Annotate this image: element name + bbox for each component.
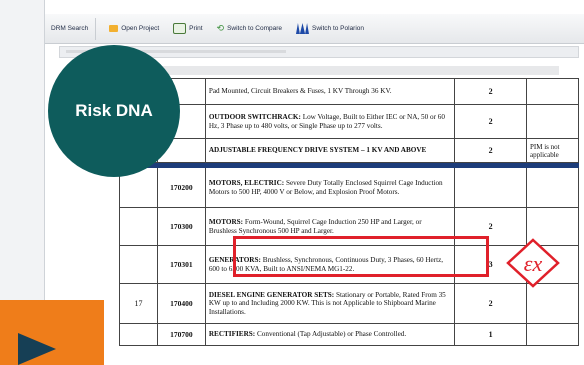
- folder-icon: [109, 25, 119, 32]
- risk-dna-label: Risk DNA: [75, 101, 153, 120]
- switch-polarion-label: Switch to Polarion: [312, 25, 365, 32]
- table-row: 170200 MOTORS, ELECTRIC: Severe Duty Tota…: [119, 167, 579, 208]
- switch-compare-button[interactable]: ⟲ Switch to Compare: [210, 18, 289, 40]
- highlight-box: [233, 236, 489, 277]
- item-title: MOTORS, ELECTRIC:: [208, 179, 285, 188]
- description-cell: MOTORS, ELECTRIC: Severe Duty Totally En…: [204, 167, 456, 208]
- rating-cell: 2: [454, 283, 528, 324]
- compare-icon: ⟲: [216, 23, 225, 33]
- table-row: OUTDOOR SWITCHRACK: Low Voltage, Built t…: [119, 104, 579, 139]
- document-header-bar: [119, 66, 559, 75]
- table-row: Pad Mounted, Circuit Breakers & Fuses, 1…: [119, 78, 579, 105]
- note-cell: [526, 104, 579, 139]
- description-cell: RECTIFIERS: Conventional (Tap Adjustable…: [204, 323, 456, 346]
- rating-cell: 1: [454, 323, 528, 346]
- description-cell: DIESEL ENGINE GENERATOR SETS: Stationary…: [204, 283, 456, 324]
- rating-cell: 2: [454, 78, 528, 105]
- description-cell: ADJUSTABLE FREQUENCY DRIVE SYSTEM – 1 KV…: [204, 138, 456, 163]
- description-cell: Pad Mounted, Circuit Breakers & Fuses, 1…: [204, 78, 456, 105]
- note-cell: [526, 323, 579, 346]
- note-cell: [526, 283, 579, 324]
- level-cell: 17: [119, 283, 158, 324]
- svg-text:εx: εx: [524, 251, 543, 276]
- level-cell: [119, 207, 158, 246]
- note-cell: [526, 78, 579, 105]
- polarion-icon: [296, 23, 309, 34]
- item-title: RECTIFIERS:: [208, 330, 256, 339]
- play-button[interactable]: [0, 300, 104, 365]
- item-title: MOTORS:: [208, 218, 244, 227]
- rating-cell: 2: [454, 104, 528, 139]
- item-title: DIESEL ENGINE GENERATOR SETS:: [208, 291, 335, 300]
- level-cell: [119, 245, 158, 284]
- code-cell: 170400: [156, 283, 206, 324]
- rating-cell: 2: [454, 138, 528, 163]
- drm-search-button[interactable]: DRM Search: [45, 17, 97, 40]
- ex-hazard-icon: εx: [506, 238, 560, 288]
- note-cell: PIM is not applicable: [526, 138, 579, 163]
- item-description: Conventional (Tap Adjustable) or Phase C…: [255, 330, 407, 339]
- drm-search-label: DRM Search: [51, 25, 89, 32]
- risk-dna-badge: Risk DNA: [48, 45, 180, 177]
- open-project-label: Open Project: [121, 25, 160, 32]
- open-project-button[interactable]: Open Project: [102, 18, 166, 40]
- toolbar: DRM Search Open Project Print ⟲ Switch t…: [45, 14, 584, 44]
- rating-cell: [454, 167, 528, 208]
- description-cell: OUTDOOR SWITCHRACK: Low Voltage, Built t…: [204, 104, 456, 139]
- note-cell: [526, 167, 579, 208]
- table-row: 17 170400 DIESEL ENGINE GENERATOR SETS: St…: [119, 283, 579, 324]
- print-button[interactable]: Print: [166, 18, 209, 40]
- item-description: Pad Mounted, Circuit Breakers & Fuses, 1…: [208, 87, 392, 96]
- code-cell: 170200: [156, 167, 206, 208]
- item-title: OUTDOOR SWITCHRACK:: [208, 113, 301, 122]
- code-cell: 170301: [156, 245, 206, 284]
- print-icon: [173, 23, 187, 34]
- switch-compare-label: Switch to Compare: [227, 25, 282, 32]
- table-row: 170700 RECTIFIERS: Conventional (Tap Adju…: [119, 323, 579, 346]
- table-row: ADJUSTABLE FREQUENCY DRIVE SYSTEM – 1 KV…: [119, 138, 579, 163]
- code-cell: 170700: [156, 323, 206, 346]
- item-title: ADJUSTABLE FREQUENCY DRIVE SYSTEM – 1 KV…: [208, 146, 427, 155]
- play-icon: [18, 333, 56, 365]
- specification-table: Pad Mounted, Circuit Breakers & Fuses, 1…: [119, 78, 579, 346]
- print-label: Print: [189, 25, 203, 32]
- switch-polarion-button[interactable]: Switch to Polarion: [289, 18, 371, 40]
- level-cell: [119, 323, 158, 346]
- code-cell: 170300: [156, 207, 206, 246]
